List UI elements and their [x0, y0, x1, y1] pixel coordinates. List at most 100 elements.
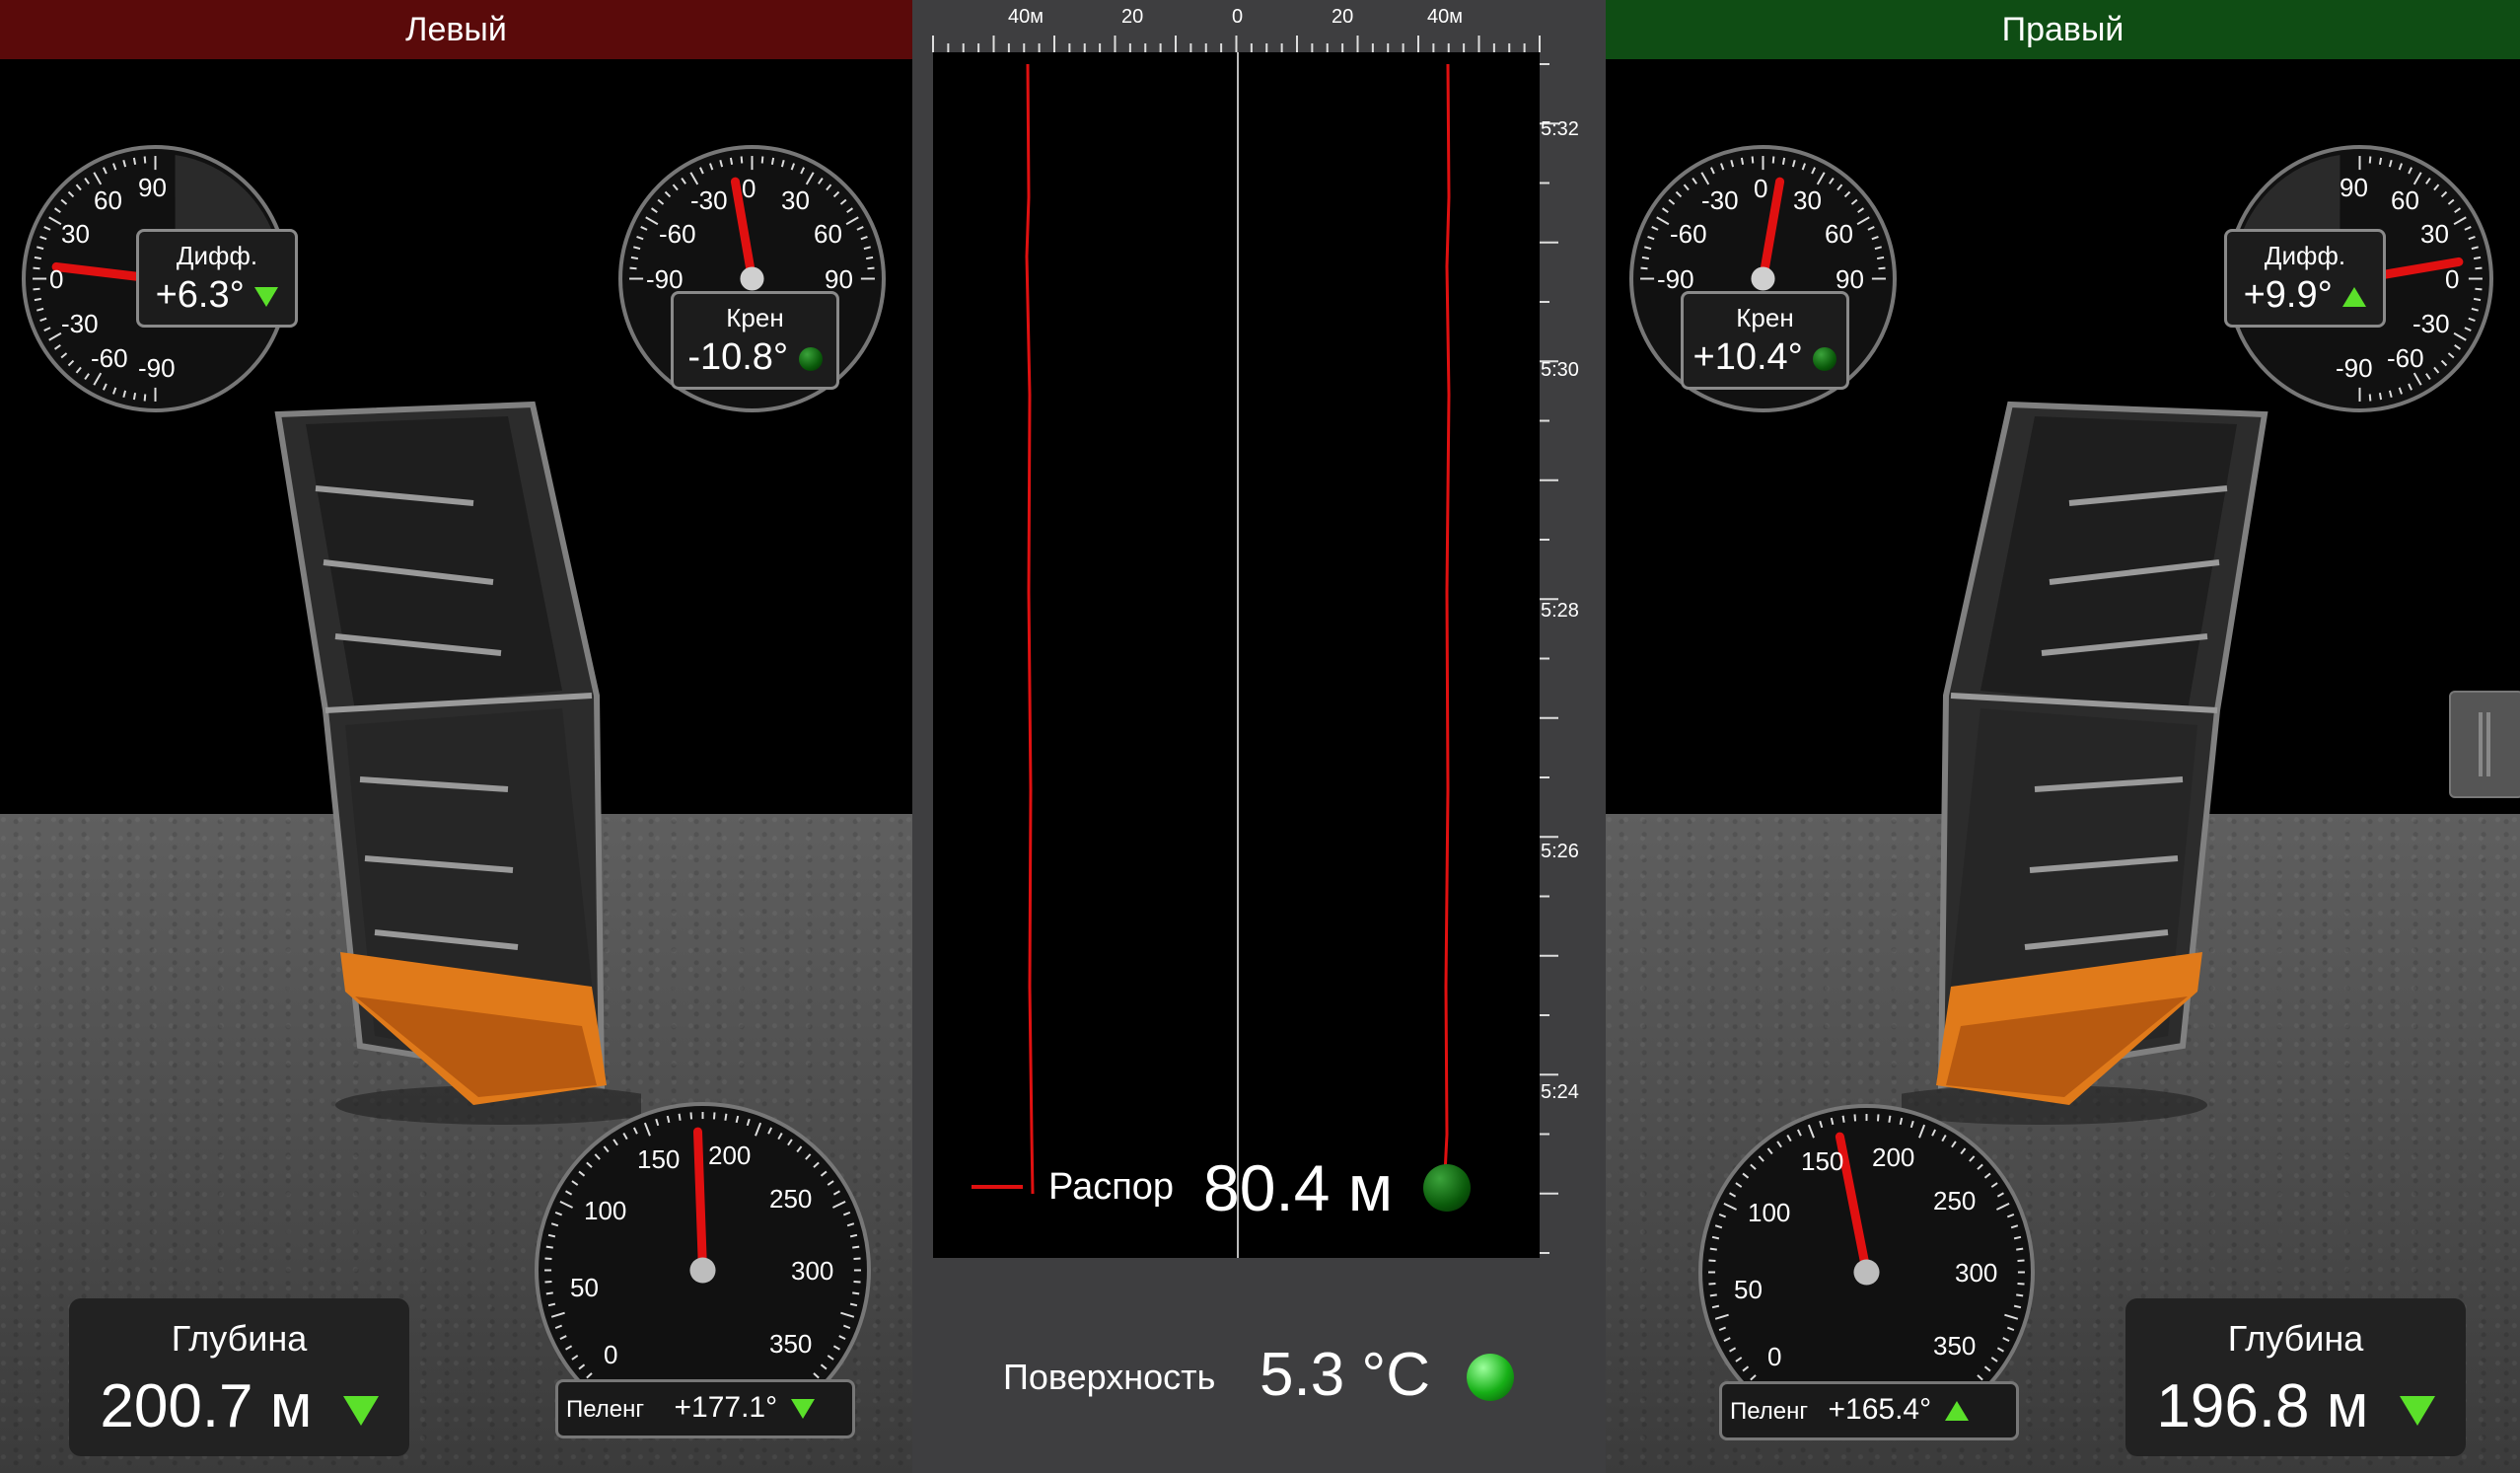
gauge-tick [853, 1280, 861, 1284]
right-trim-tick-90: 90 [2340, 173, 2368, 202]
spread-chart [932, 36, 1558, 1258]
gauge-tick [1853, 1114, 1857, 1122]
right-heading-tick-0: 0 [1767, 1342, 1782, 1371]
gauge-tick [143, 394, 147, 402]
left-depth-value-row: 200.7 м [69, 1371, 409, 1441]
green-led-icon [1813, 346, 1837, 371]
time-label-528: 5:28 [1541, 600, 1579, 622]
triangle-up-icon [1945, 1401, 1970, 1422]
right-door-panel: Правый -30 0 30 -60 60 -90 90 Крен +10.4… [1606, 0, 2520, 1473]
gauge-tick [1640, 266, 1648, 270]
gauge-tick [1708, 1282, 1716, 1286]
gauge-tick [545, 1291, 553, 1295]
left-trim-tick-90: 90 [138, 173, 167, 202]
scale-label-40m-right: 40м [1427, 6, 1463, 28]
left-roll-tick-minus30: -30 [690, 185, 728, 215]
left-heading-tick-350: 350 [769, 1329, 813, 1359]
left-trim-value: +6.3° [155, 274, 245, 316]
left-heading-tick-150: 150 [637, 1144, 681, 1174]
gauge-tick [729, 157, 734, 166]
right-roll-tick-30: 30 [1793, 185, 1822, 215]
left-trim-tick-0: 0 [49, 264, 64, 294]
spread-value: 80.4 м [1203, 1151, 1394, 1224]
right-heading-readout: Пеленг +165.4° [1719, 1381, 2019, 1440]
right-roll-tick-minus60: -60 [1670, 219, 1707, 249]
right-trim-tick-minus90: -90 [2336, 353, 2373, 383]
right-trawl-door-model [1902, 401, 2268, 1125]
gauge-tick [2017, 1282, 2025, 1286]
gauge-tick [852, 1291, 860, 1295]
gauge-tick [2473, 297, 2482, 302]
triangle-down-icon [254, 286, 279, 307]
left-trim-tick-30: 30 [61, 219, 90, 249]
right-roll-value-row: +10.4° [1684, 337, 1846, 377]
right-trim-tick-0: 0 [2445, 264, 2460, 294]
left-heading-label: Пеленг [566, 1396, 645, 1423]
left-door-panel: Левый 90 60 30 0 -30 -60 -90 Дифф. +6.3° [0, 0, 912, 1473]
gauge-tick [760, 156, 764, 164]
triangle-down-icon [2399, 1395, 2435, 1426]
gauge-tick [1709, 1247, 1717, 1251]
gauge-tick [853, 1257, 861, 1261]
gauge-tick [132, 392, 137, 401]
gauge-tick [770, 157, 775, 166]
left-heading-readout: Пеленг +177.1° [555, 1379, 855, 1438]
gauge-tick [2017, 1259, 2025, 1263]
gauge-tick [544, 1280, 552, 1284]
right-heading-tick-150: 150 [1801, 1146, 1844, 1176]
gauge-tick [33, 266, 40, 270]
right-roll-tick-60: 60 [1825, 219, 1853, 249]
right-heading-tick-200: 200 [1872, 1142, 1915, 1172]
right-heading-tick-250: 250 [1933, 1186, 1977, 1215]
right-trim-label: Дифф. [2264, 241, 2346, 270]
left-roll-value: -10.8° [687, 336, 789, 378]
time-label-526: 5:26 [1541, 841, 1579, 862]
time-label-524: 5:24 [1541, 1081, 1579, 1103]
right-roll-tick-minus30: -30 [1701, 185, 1739, 215]
gauge-tick [712, 1112, 716, 1120]
gauge-tick [33, 287, 40, 291]
left-roll-tick-60: 60 [814, 219, 842, 249]
gauge-tick [1751, 156, 1755, 164]
triangle-down-icon [791, 1399, 816, 1420]
side-panel-drag-handle[interactable] [2449, 691, 2520, 798]
gauge-tick [1878, 266, 1886, 270]
gauge-tick [2378, 157, 2383, 166]
gauge-tick [2378, 392, 2383, 401]
right-depth-value-row: 196.8 м [2125, 1371, 2466, 1441]
right-heading-tick-300: 300 [1955, 1258, 1998, 1288]
gauge-tick [2368, 156, 2372, 164]
gauge-tick [852, 1245, 860, 1249]
surface-label: Поверхность [1003, 1357, 1216, 1397]
gauge-tick [2475, 266, 2483, 270]
right-roll-value: +10.4° [1692, 336, 1803, 378]
triangle-down-icon [342, 1395, 379, 1426]
gauge-tick [867, 266, 875, 270]
triangle-up-icon [2342, 286, 2367, 307]
scale-label-20-right: 20 [1332, 6, 1354, 28]
gauge-tick [689, 1112, 693, 1120]
gauge-tick [1781, 157, 1786, 166]
left-trim-readout: Дифф. +6.3° [136, 229, 298, 328]
right-trim-tick-30: 30 [2420, 219, 2449, 249]
left-trim-tick-minus90: -90 [138, 353, 176, 383]
left-roll-readout: Крен -10.8° [671, 291, 839, 390]
left-heading-tick-50: 50 [570, 1273, 599, 1302]
right-heading-label: Пеленг [1730, 1398, 1809, 1425]
left-roll-tick-0: 0 [742, 174, 756, 203]
left-depth-label: Глубина [171, 1318, 308, 1359]
gauge-tick [545, 1245, 553, 1249]
right-depth-value: 196.8 м [2156, 1372, 2369, 1440]
gauge-tick [1709, 1293, 1717, 1297]
right-roll-readout: Крен +10.4° [1681, 291, 1849, 390]
right-roll-label: Крен [1736, 303, 1794, 332]
green-led-icon [798, 346, 823, 371]
spread-status-led-icon [1423, 1164, 1471, 1212]
scale-label-0: 0 [1232, 6, 1244, 28]
right-heading-tick-350: 350 [1933, 1331, 1977, 1361]
gauge-tick [1888, 1115, 1892, 1123]
left-trim-tick-minus30: -30 [61, 309, 99, 338]
right-depth-readout: Глубина 196.8 м [2125, 1298, 2466, 1456]
left-trawl-door-model [274, 401, 641, 1125]
left-roll-label: Крен [726, 303, 784, 332]
